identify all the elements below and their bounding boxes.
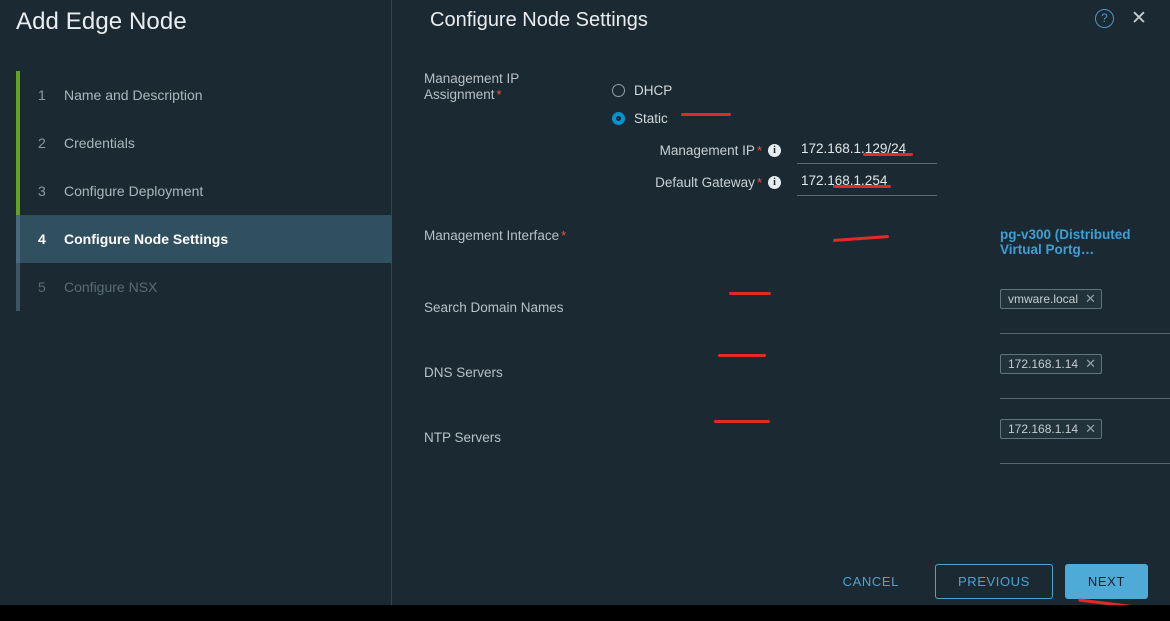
chip[interactable]: 172.168.1.14 ✕ <box>1000 419 1102 439</box>
annotation-mark-static <box>681 113 731 116</box>
chip[interactable]: 172.168.1.14 ✕ <box>1000 354 1102 374</box>
annotation-mark-dns-servers <box>718 354 766 357</box>
management-interface-value-link[interactable]: pg-v300 (Distributed Virtual Portg… <box>1000 227 1170 257</box>
management-ip-assignment-label: Management IP Assignment * <box>424 71 594 103</box>
step-label: Configure Node Settings <box>64 231 229 247</box>
field-default-gateway: Default Gateway * i <box>620 168 937 196</box>
step-rail <box>16 167 20 215</box>
sidebar-step-name-and-description[interactable]: 1 Name and Description <box>16 71 392 119</box>
management-ip-label-text: Management IP <box>659 142 755 158</box>
step-number: 1 <box>38 87 46 103</box>
annotation-mark-management-ip <box>863 153 913 156</box>
management-ip-label: Management IP * <box>620 143 762 158</box>
search-domain-names-chips: vmware.local ✕ <box>1000 289 1102 309</box>
wizard-sidebar: Add Edge Node 1 Name and Description 2 C… <box>0 0 392 613</box>
step-label: Credentials <box>64 135 135 151</box>
header-actions: ? ✕ <box>1095 9 1148 28</box>
field-management-interface: Management Interface * pg-v300 (Distribut… <box>392 220 1170 257</box>
wizard-content: Configure Node Settings ? ✕ Management I… <box>392 0 1170 613</box>
radio-dhcp-label: DHCP <box>634 82 673 98</box>
chip-remove-icon[interactable]: ✕ <box>1085 292 1096 305</box>
step-number: 3 <box>38 183 46 199</box>
step-number: 2 <box>38 135 46 151</box>
field-underline <box>1000 333 1170 334</box>
ntp-servers-chips: 172.168.1.14 ✕ <box>1000 419 1102 439</box>
step-rail <box>16 71 20 119</box>
default-gateway-label: Default Gateway * <box>620 175 762 190</box>
chip-remove-icon[interactable]: ✕ <box>1085 357 1096 370</box>
ntp-servers-label: NTP Servers <box>424 430 502 445</box>
chip-label: vmware.local <box>1008 292 1079 306</box>
dns-servers-label: DNS Servers <box>424 365 503 380</box>
field-dns-servers: DNS Servers 172.168.1.14 ✕ <box>392 341 1170 404</box>
sidebar-step-configure-node-settings[interactable]: 4 Configure Node Settings <box>16 215 392 263</box>
annotation-mark-default-gateway <box>833 185 891 188</box>
panel-title: Configure Node Settings <box>430 9 648 31</box>
wizard-steps: 1 Name and Description 2 Credentials 3 C… <box>16 71 392 311</box>
dns-servers-chips: 172.168.1.14 ✕ <box>1000 354 1102 374</box>
page-title: Add Edge Node <box>16 8 187 35</box>
next-button[interactable]: NEXT <box>1064 564 1148 599</box>
radio-static-label: Static <box>634 110 668 126</box>
wizard-footer: CANCEL PREVIOUS NEXT <box>829 564 1148 599</box>
annotation-mark-ntp-servers <box>714 420 770 423</box>
ip-assignment-radio-group: DHCP Static Management IP* i Default <box>612 70 937 196</box>
previous-button[interactable]: PREVIOUS <box>934 564 1053 599</box>
chip-label: 172.168.1.14 <box>1008 357 1079 371</box>
step-number: 5 <box>38 279 46 295</box>
management-interface-label: Management Interface * <box>424 228 566 244</box>
sidebar-step-configure-deployment[interactable]: 3 Configure Deployment <box>16 167 392 215</box>
label-line-2: Assignment <box>424 87 495 102</box>
info-icon[interactable]: i <box>768 175 781 189</box>
sidebar-step-credentials[interactable]: 2 Credentials <box>16 119 392 167</box>
radio-dhcp-icon[interactable] <box>612 83 625 97</box>
field-underline <box>1000 398 1170 399</box>
radio-static-icon[interactable] <box>612 111 625 125</box>
cancel-button[interactable]: CANCEL <box>829 565 913 598</box>
info-icon[interactable]: i <box>768 143 781 157</box>
chip-label: 172.168.1.14 <box>1008 422 1079 436</box>
annotation-mark-search-domain-names <box>729 292 771 295</box>
bottom-bar <box>0 605 1170 613</box>
required-asterisk: * <box>561 228 567 243</box>
node-settings-form: Management IP Assignment * DHCP Static Ma… <box>392 56 1170 469</box>
required-asterisk: * <box>756 174 762 190</box>
step-number: 4 <box>38 231 46 247</box>
management-ip-input[interactable] <box>797 136 937 164</box>
step-rail <box>16 263 20 311</box>
add-edge-node-wizard: Add Edge Node 1 Name and Description 2 C… <box>0 0 1170 613</box>
required-asterisk: * <box>496 87 502 102</box>
close-icon[interactable]: ✕ <box>1130 9 1148 28</box>
search-domain-names-label: Search Domain Names <box>424 300 564 315</box>
field-underline <box>1000 463 1170 464</box>
field-management-ip: Management IP * i <box>620 136 937 164</box>
default-gateway-input[interactable] <box>797 168 937 196</box>
required-asterisk: * <box>756 142 762 158</box>
step-label: Name and Description <box>64 87 203 103</box>
step-rail <box>16 119 20 167</box>
radio-option-dhcp[interactable]: DHCP <box>612 76 937 104</box>
management-interface-label-text: Management Interface <box>424 228 560 243</box>
radio-option-static[interactable]: Static <box>612 104 937 132</box>
default-gateway-label-text: Default Gateway <box>655 174 755 190</box>
step-label: Configure Deployment <box>64 183 204 199</box>
chip[interactable]: vmware.local ✕ <box>1000 289 1102 309</box>
sidebar-step-configure-nsx[interactable]: 5 Configure NSX <box>16 263 392 311</box>
field-ntp-servers: NTP Servers 172.168.1.14 ✕ <box>392 406 1170 469</box>
step-rail <box>16 215 20 263</box>
chip-remove-icon[interactable]: ✕ <box>1085 422 1096 435</box>
field-management-ip-assignment: Management IP Assignment * DHCP Static Ma… <box>392 56 1170 196</box>
step-label: Configure NSX <box>64 279 158 295</box>
field-search-domain-names: Search Domain Names vmware.local ✕ <box>392 276 1170 339</box>
label-line-1: Management IP <box>424 71 520 86</box>
help-circle-icon[interactable]: ? <box>1095 9 1114 28</box>
